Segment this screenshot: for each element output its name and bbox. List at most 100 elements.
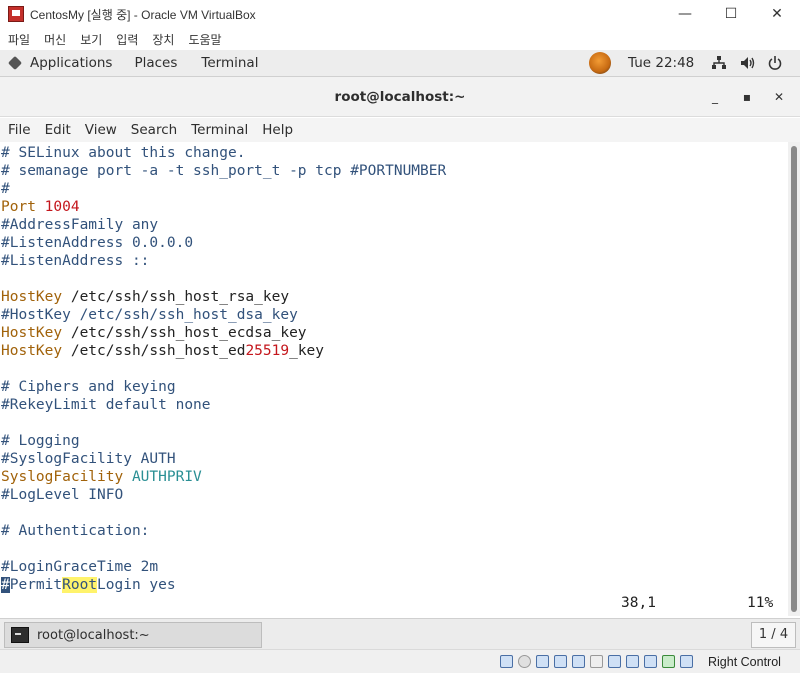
terminal-text-segment: 25519 [245,343,290,359]
terminal-line: #LoginGraceTime 2m [1,558,158,576]
terminal-text-segment: # semanage port -a -t ssh_port_t -p tcp … [1,163,447,179]
terminal-text-segment: # [1,181,10,197]
terminal-app-menu[interactable]: Terminal [201,55,258,71]
terminal-text-segment: 1004 [44,199,80,215]
terminal-menu-help[interactable]: Help [262,122,293,138]
vt-x-icon[interactable] [662,655,675,668]
applications-menu[interactable]: Applications [30,55,112,71]
terminal-menu-search[interactable]: Search [131,122,177,138]
scroll-percent: 11% [747,595,774,611]
terminal-line: #LogLevel INFO [1,486,123,504]
places-menu[interactable]: Places [134,55,177,71]
terminal-maximize-button[interactable]: ▪ [732,77,762,117]
terminal-line: #HostKey /etc/ssh/ssh_host_dsa_key [1,306,298,324]
terminal-text-segment: #HostKey /etc/ssh/ssh_host_dsa_key [1,307,298,323]
terminal-menu-terminal[interactable]: Terminal [191,122,248,138]
terminal-scrollbar[interactable] [788,142,800,616]
taskbar-window-button[interactable]: root@localhost:~ [4,622,262,648]
applications-icon [8,56,22,70]
menu-input[interactable]: 입력 [116,31,138,48]
terminal-line: SyslogFacility AUTHPRIV [1,468,202,486]
terminal-text-segment: HostKey [1,325,63,341]
terminal-text-segment: #LogLevel INFO [1,487,124,503]
terminal-line: #ListenAddress 0.0.0.0 [1,234,193,252]
menu-view[interactable]: 보기 [80,31,102,48]
video-capture-icon[interactable] [626,655,639,668]
terminal-text-segment: _key [289,343,325,359]
virtualbox-logo-icon [8,6,24,22]
terminal-line: # semanage port -a -t ssh_port_t -p tcp … [1,162,446,180]
terminal-text-segment: Port [1,199,45,215]
scrollbar-thumb[interactable] [791,146,797,612]
shared-folders-icon[interactable] [590,655,603,668]
terminal-text-segment: AUTHPRIV [123,469,202,485]
terminal-text-segment: HostKey [1,343,63,359]
network-adapter-icon[interactable] [554,655,567,668]
terminal-icon [11,627,29,643]
terminal-line: # Ciphers and keying [1,378,176,396]
taskbar-window-label: root@localhost:~ [37,627,150,643]
maximize-button[interactable]: ☐ [708,0,754,28]
terminal-menu-file[interactable]: File [8,122,31,138]
terminal-line: HostKey /etc/ssh/ssh_host_ed25519_key [1,342,324,360]
terminal-text-segment: #AddressFamily any [1,217,159,233]
host-key-label: Right Control [708,655,781,669]
terminal-menu-view[interactable]: View [85,122,117,138]
terminal-line: #RekeyLimit default none [1,396,211,414]
terminal-menu-bar: File Edit View Search Terminal Help [0,118,800,142]
terminal-title: root@localhost:~ [334,89,466,105]
window-title: CentosMy [실행 중] - Oracle VM VirtualBox [30,7,256,22]
network-icon[interactable] [712,50,726,77]
terminal-text-segment: SyslogFacility [1,469,124,485]
menu-machine[interactable]: 머신 [44,31,66,48]
terminal-line: #ListenAddress :: [1,252,149,270]
terminal-text-segment: HostKey [1,289,63,305]
terminal-text-segment: # [1,577,10,593]
terminal-text-segment: #ListenAddress 0.0.0.0 [1,235,194,251]
terminal-text-segment: # SELinux about this change. [1,145,246,161]
virtualbox-menu-bar: 파일 머신 보기 입력 장치 도움말 [0,28,800,50]
terminal-text-segment: #LoginGraceTime 2m [1,559,159,575]
terminal-minimize-button[interactable]: _ [700,77,730,117]
usb-icon[interactable] [572,655,585,668]
menu-file[interactable]: 파일 [8,31,30,48]
terminal-menu-edit[interactable]: Edit [45,122,71,138]
terminal-line: #SyslogFacility AUTH [1,450,176,468]
terminal-text-segment: # Ciphers and keying [1,379,176,395]
terminal-text-segment: Login yes [97,577,176,593]
terminal-line: #PermitRootLogin yes [1,576,176,594]
cpu-icon[interactable] [644,655,657,668]
terminal-text-segment: #ListenAddress :: [1,253,150,269]
terminal-line: # SELinux about this change. [1,144,245,162]
optical-drive-icon[interactable] [518,655,531,668]
terminal-header-bar: root@localhost:~ _ ▪ ✕ [0,77,800,117]
terminal-line: # [1,180,10,198]
display-icon[interactable] [608,655,621,668]
cursor-position: 38,1 [621,595,656,611]
close-button[interactable]: ✕ [754,0,800,28]
terminal-text-segment: Root [62,577,98,593]
mouse-integration-icon[interactable] [680,655,693,668]
clock[interactable]: Tue 22:48 [628,50,694,77]
terminal-line: HostKey /etc/ssh/ssh_host_rsa_key [1,288,289,306]
volume-icon[interactable] [740,50,756,77]
terminal-text-segment: Permit [9,577,63,593]
terminal-close-button[interactable]: ✕ [764,77,794,117]
audio-icon[interactable] [536,655,549,668]
workspace-indicator[interactable]: 1 / 4 [751,622,796,648]
power-icon[interactable] [768,50,782,77]
terminal-text-area[interactable]: 38,1 11% # SELinux about this change. # s… [0,142,788,616]
hard-disk-icon[interactable] [500,655,513,668]
terminal-line: #AddressFamily any [1,216,158,234]
terminal-text-segment: #SyslogFacility AUTH [1,451,176,467]
terminal-text-segment: #RekeyLimit default none [1,397,211,413]
terminal-line: HostKey /etc/ssh/ssh_host_ecdsa_key [1,324,307,342]
terminal-line: Port 1004 [1,198,80,216]
menu-devices[interactable]: 장치 [152,31,174,48]
terminal-line: # Logging [1,432,80,450]
menu-help[interactable]: 도움말 [188,31,221,48]
gnome-taskbar: root@localhost:~ 1 / 4 [0,618,800,649]
terminal-text-segment: # Authentication: [1,523,150,539]
update-notifier-icon[interactable] [589,52,611,74]
minimize-button[interactable]: — [662,0,708,28]
